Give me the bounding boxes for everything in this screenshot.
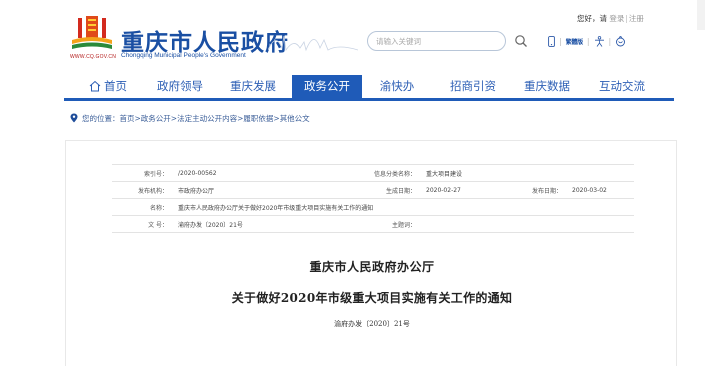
name-label: 名称：: [112, 198, 174, 216]
logo-emblem-icon[interactable]: [72, 16, 112, 50]
home-icon: [89, 80, 101, 92]
breadcrumb-label: 您的位置：: [82, 113, 120, 123]
breadcrumb-item-duties[interactable]: 履职依据: [243, 113, 273, 124]
publish-date-label: 发布日期：: [500, 181, 568, 199]
nav-item-gov-affairs[interactable]: 政务公开: [292, 75, 362, 98]
register-link[interactable]: 注册: [629, 14, 644, 23]
login-link[interactable]: 登录: [609, 14, 624, 23]
mobile-icon[interactable]: [548, 35, 555, 47]
effective-date-label: 生成日期：: [324, 181, 422, 199]
nav-item-home[interactable]: 首页: [82, 75, 134, 98]
document-meta-table: 索引号： /2020-00562 信息分类名称： 重大项目建设 发布机构： 市政…: [112, 164, 634, 233]
scrollbar[interactable]: [697, 0, 705, 30]
skyline-decoration-icon: [268, 35, 358, 52]
table-row: 文 号： 渝府办发〔2020〕21号 主题词：: [112, 215, 634, 233]
publish-date-value: 2020-03-02: [568, 181, 634, 199]
accessibility-icon[interactable]: [594, 35, 605, 47]
table-row: 索引号： /2020-00562 信息分类名称： 重大项目建设: [112, 164, 634, 182]
docno-label: 文 号：: [112, 215, 174, 233]
site-header: WWW.CQ.GOV.CN 重庆市人民政府 Chongqing Municipa…: [0, 0, 705, 77]
table-row: 名称： 重庆市人民政府办公厅关于做好2020年市级重大项目实施有关工作的通知: [112, 198, 634, 216]
greeting-text: 您好，请: [577, 14, 607, 23]
effective-date-value: 2020-02-27: [422, 181, 500, 199]
traditional-chinese-link[interactable]: 繁體版: [566, 37, 583, 46]
search-box[interactable]: [367, 31, 506, 51]
document-title: 关于做好2020年市级重大项目实施有关工作的通知: [231, 291, 513, 305]
breadcrumb-item-home[interactable]: 首页: [120, 113, 135, 124]
nav-item-leaders[interactable]: 政府领导: [149, 75, 211, 98]
nav-item-development[interactable]: 重庆发展: [222, 75, 284, 98]
logo-url-text: WWW.CQ.GOV.CN: [70, 54, 117, 60]
category-value: 重大项目建设: [422, 164, 634, 182]
document-org: 重庆市人民政府办公厅: [309, 260, 435, 274]
topic-value: [422, 215, 634, 233]
search-input[interactable]: [376, 35, 500, 48]
breadcrumb-item-statutory[interactable]: 法定主动公开内容: [177, 113, 237, 124]
elder-mode-icon[interactable]: [615, 35, 626, 47]
nav-item-interaction[interactable]: 互动交流: [591, 75, 653, 98]
user-links: 您好，请 登录|注册: [577, 14, 644, 23]
tool-row: | 繁體版 | |: [548, 34, 626, 48]
search-icon: [515, 35, 527, 47]
nav-label: 首页: [104, 79, 127, 93]
location-pin-icon: [70, 113, 78, 123]
issuer-label: 发布机构：: [112, 181, 174, 199]
breadcrumb-item-other-docs[interactable]: 其他公文: [280, 113, 310, 124]
nav-item-yukuaiban[interactable]: 渝快办: [371, 75, 423, 98]
index-label: 索引号：: [112, 164, 174, 182]
document-card: 索引号： /2020-00562 信息分类名称： 重大项目建设 发布机构： 市政…: [65, 140, 677, 366]
main-nav: 首页 政府领导 重庆发展 政务公开 渝快办 招商引资 重庆数据 互动交流: [64, 75, 674, 101]
name-value: 重庆市人民政府办公厅关于做好2020年市级重大项目实施有关工作的通知: [174, 198, 634, 216]
document-number: 渝府办发〔2020〕21号: [334, 320, 410, 328]
topic-label: 主题词：: [324, 215, 422, 233]
docno-value: 渝府办发〔2020〕21号: [174, 215, 324, 233]
table-row: 发布机构： 市政府办公厅 生成日期： 2020-02-27 发布日期： 2020…: [112, 181, 634, 199]
breadcrumb: 您的位置： 首页 > 政务公开 > 法定主动公开内容 > 履职依据 > 其他公文: [70, 112, 310, 124]
search-button[interactable]: [510, 31, 532, 51]
breadcrumb-item-gov-affairs[interactable]: 政务公开: [141, 113, 171, 124]
site-subtitle: Chongqing Municipal People's Government: [121, 52, 246, 59]
issuer-value: 市政府办公厅: [174, 181, 324, 199]
nav-item-data[interactable]: 重庆数据: [516, 75, 578, 98]
category-label: 信息分类名称：: [324, 164, 422, 182]
index-value: /2020-00562: [174, 164, 324, 182]
nav-item-investment[interactable]: 招商引资: [442, 75, 504, 98]
